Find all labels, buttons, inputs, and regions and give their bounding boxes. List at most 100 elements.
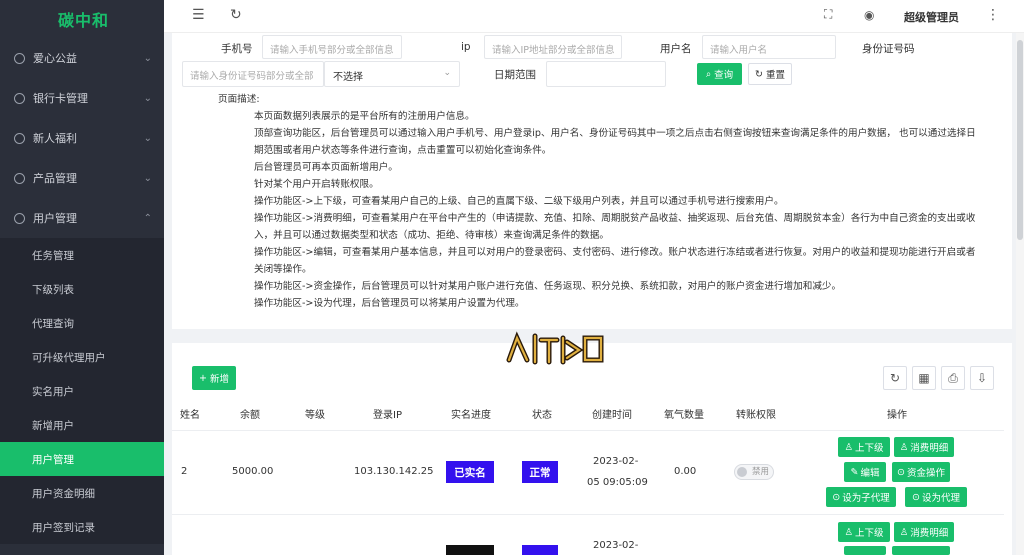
description-line: 本页面数据列表展示的是平台所有的注册用户信息。	[254, 111, 475, 122]
table-divider	[172, 430, 1004, 431]
language-globe-icon[interactable]: ◉	[864, 8, 874, 22]
user-icon: ♙	[899, 526, 909, 538]
settings-icon	[14, 212, 25, 224]
user-icon: ♙	[844, 526, 853, 538]
username-input[interactable]: 请输入用户名	[702, 35, 836, 59]
column-header[interactable]: 登录IP	[373, 406, 402, 421]
op-label: 编辑	[860, 468, 880, 479]
chevron-down-icon: ⌄	[143, 172, 152, 184]
query-button-label: 查询	[714, 70, 734, 81]
cell-id: 2	[181, 466, 188, 477]
chevron-down-icon: ⌄	[443, 68, 451, 78]
description-title: 页面描述:	[218, 94, 260, 105]
description-line: 顶部查询功能区，后台管理员可以通过输入用户手机号、用户登录ip、用户名、身份证号…	[254, 128, 976, 139]
fullscreen-icon[interactable]: ⛶	[824, 7, 832, 22]
transfer-toggle[interactable]: 禁用	[734, 464, 774, 480]
username-label: 用户名	[660, 43, 692, 55]
sidebar-item-checkin-records[interactable]: 用户签到记录	[0, 510, 164, 544]
reset-icon: ↻	[755, 68, 763, 80]
user-icon: ♙	[844, 441, 853, 453]
column-header[interactable]: 状态	[532, 406, 552, 421]
menu-charity[interactable]: 爱心公益 ⌄	[0, 38, 164, 78]
menu-newbie-benefits[interactable]: 新人福利 ⌄	[0, 118, 164, 158]
consumption-details-button[interactable]: ♙ 消费明细	[894, 522, 954, 542]
menu-user-management[interactable]: 用户管理 ⌃	[0, 198, 164, 238]
menu-products[interactable]: 产品管理 ⌄	[0, 158, 164, 198]
query-button[interactable]: ⌕ 查询	[697, 63, 742, 85]
refresh-table-icon[interactable]: ↻	[883, 366, 907, 390]
chevron-down-icon: ⌄	[143, 52, 152, 64]
idcard-input[interactable]: 请输入身份证号码部分或全部	[182, 61, 324, 87]
collapse-menu-icon[interactable]: ☰	[192, 7, 205, 23]
sidebar-item-agent-query[interactable]: 代理查询	[0, 306, 164, 340]
chevron-up-icon: ⌃	[143, 212, 152, 224]
description-line: 操作功能区->编辑，可查看某用户基本信息，并且可以对用户的登录密码、支付密码、进…	[254, 247, 976, 258]
status-select[interactable]: 不选择 ⌄	[324, 61, 460, 87]
user-name[interactable]: 超级管理员	[904, 9, 959, 25]
consumption-details-button[interactable]: ♙ 消费明细	[894, 437, 954, 457]
superior-subordinate-button[interactable]: ♙ 上下级	[838, 522, 890, 542]
op-label: 设为代理	[921, 493, 960, 504]
description-line: 操作功能区->上下级，可查看某用户自己的上级、自己的直属下级、二级下级用户列表，…	[254, 196, 784, 207]
fund-operation-button[interactable]: ⊙ 资金操作	[892, 462, 950, 482]
column-header[interactable]: 余额	[240, 406, 260, 421]
column-header[interactable]: 氧气数量	[664, 406, 704, 421]
column-header[interactable]: 创建时间	[592, 406, 632, 421]
ip-input[interactable]: 请输入IP地址部分或全部信息	[484, 35, 622, 59]
phone-input[interactable]: 请输入手机号部分或全部信息	[262, 35, 402, 59]
cell-created-date: 2023-02-	[593, 540, 639, 551]
description-line: 针对某个用户开启转账权限。	[254, 179, 379, 190]
export-icon[interactable]: ⇩	[970, 366, 994, 390]
description-line: 入，并且可以通过数据类型和状态（成功、拒绝、待审核）来查询满足条件的数据。	[254, 230, 609, 241]
menu-label: 新人福利	[33, 132, 77, 145]
cell-created-date: 2023-02-	[593, 456, 639, 467]
ip-label: ip	[461, 41, 471, 53]
description-line: 操作功能区->设为代理，后台管理员可以将某用户设置为代理。	[254, 298, 525, 309]
phone-label: 手机号	[221, 43, 253, 55]
scrollbar-thumb[interactable]	[1017, 40, 1023, 240]
fund-operation-button[interactable]	[892, 546, 950, 555]
sidebar-item-new-users[interactable]: 新增用户	[0, 408, 164, 442]
refresh-icon[interactable]: ↻	[230, 7, 242, 23]
search-panel: 手机号 请输入手机号部分或全部信息 ip 请输入IP地址部分或全部信息 用户名 …	[172, 33, 1012, 329]
set-sub-agent-button[interactable]: ⊙ 设为子代理	[826, 487, 896, 507]
set-agent-button[interactable]: ⊙ 设为代理	[905, 487, 967, 507]
chevron-down-icon: ⌄	[143, 92, 152, 104]
add-button[interactable]: + 新增	[192, 366, 236, 390]
sidebar-item-user-management[interactable]: 用户管理	[0, 442, 164, 476]
edit-button[interactable]	[844, 546, 886, 555]
top-header: ☰ ↻ ⛶ ◉ 超级管理员 ⋮	[164, 0, 1024, 33]
sidebar-item-subordinates[interactable]: 下级列表	[0, 272, 164, 306]
column-header[interactable]: 姓名	[180, 406, 200, 421]
date-range-label: 日期范围	[494, 69, 536, 81]
print-icon[interactable]: ⎙	[941, 366, 965, 390]
op-label: 消费明细	[910, 443, 949, 454]
description-line: 操作功能区->资金操作，后台管理员可以针对某用户账户进行充值、任务返现、积分兑换…	[254, 281, 842, 292]
edit-button[interactable]: ✎ 编辑	[844, 462, 886, 482]
column-header[interactable]: 等级	[305, 406, 325, 421]
description-line: 后台管理员可再本页面新增用户。	[254, 162, 398, 173]
edit-icon: ✎	[850, 466, 859, 478]
settings-icon: ⊙	[912, 491, 920, 503]
column-header[interactable]: 操作	[887, 406, 907, 421]
verify-badge: 已实名	[446, 461, 494, 483]
status-badge: 正常	[522, 461, 558, 483]
sidebar-item-verified-users[interactable]: 实名用户	[0, 374, 164, 408]
sidebar-item-fund-details[interactable]: 用户资金明细	[0, 476, 164, 510]
sidebar-item-tasks[interactable]: 任务管理	[0, 238, 164, 272]
table-divider	[172, 514, 1004, 515]
watermark-logo	[506, 331, 604, 365]
superior-subordinate-button[interactable]: ♙ 上下级	[838, 437, 890, 457]
menu-bank-cards[interactable]: 银行卡管理 ⌄	[0, 78, 164, 118]
plus-icon: +	[199, 372, 207, 384]
sidebar-item-upgradable-agents[interactable]: 可升级代理用户	[0, 340, 164, 374]
reset-button[interactable]: ↻ 重置	[748, 63, 792, 85]
date-range-input[interactable]	[546, 61, 666, 87]
op-label: 上下级	[855, 528, 884, 539]
more-options-icon[interactable]: ⋮	[986, 7, 1000, 23]
description-line: 期范围或者用户状态等条件进行查询，点击重置可以初始化查询条件。	[254, 145, 552, 156]
column-header[interactable]: 转账权限	[736, 406, 776, 421]
op-label: 消费明细	[910, 528, 949, 539]
columns-icon[interactable]: ▦	[912, 366, 936, 390]
column-header[interactable]: 实名进度	[451, 406, 491, 421]
